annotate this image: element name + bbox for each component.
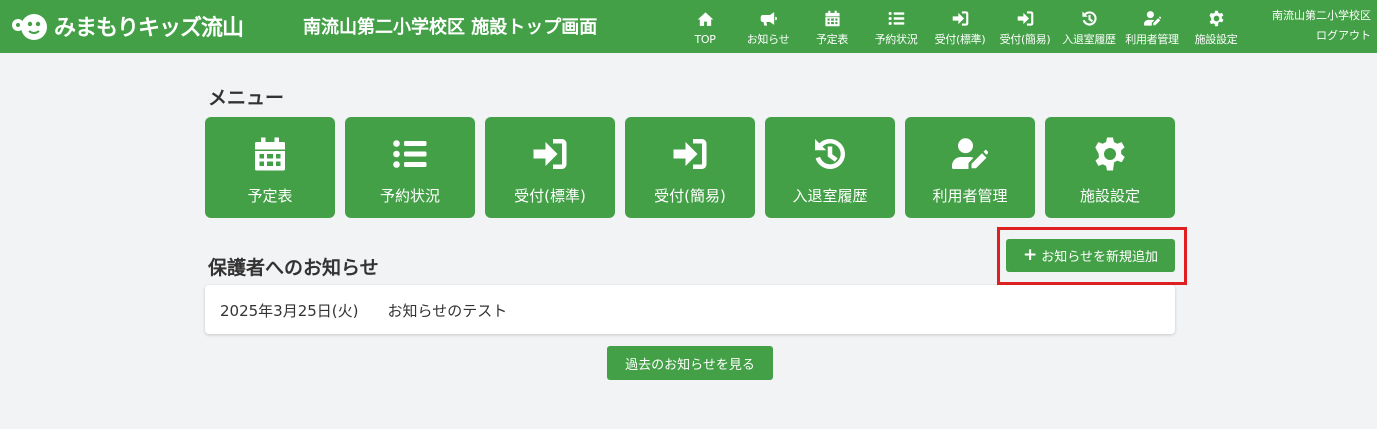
user-edit-icon — [1142, 8, 1162, 28]
megaphone-icon — [758, 8, 778, 28]
list-icon — [391, 135, 429, 173]
notice-title: お知らせのテスト — [387, 302, 508, 320]
nav-user-management[interactable]: 利用者管理 — [1120, 0, 1184, 53]
menu-card-facility-settings[interactable]: 施設設定 — [1045, 117, 1175, 218]
mascot-logo-icon — [12, 14, 47, 40]
menu-card-label: 予約状況 — [379, 187, 440, 205]
add-notice-button-label: お知らせを新規追加 — [1041, 250, 1158, 265]
nav-notices[interactable]: お知らせ — [741, 0, 795, 53]
sign-in-icon — [531, 135, 569, 173]
menu-card-entry-history[interactable]: 入退室履歴 — [765, 117, 895, 218]
nav-label: 入退室履歴 — [1062, 33, 1116, 46]
notice-list: 2025年3月25日(火) お知らせのテスト — [205, 285, 1175, 334]
nav-entry-history[interactable]: 入退室履歴 — [1057, 0, 1121, 53]
nav-reservation-status[interactable]: 予約状況 — [869, 0, 923, 53]
menu-card-label: 施設設定 — [1079, 187, 1140, 205]
history-icon — [811, 135, 849, 173]
app-logo[interactable]: みまもりキッズ流山 — [8, 9, 244, 43]
history-icon — [1079, 8, 1099, 28]
nav-top[interactable]: TOP — [687, 0, 723, 53]
menu-card-label: 受付(簡易) — [654, 187, 726, 205]
user-area: 南流山第二小学校区 ログアウト — [1272, 6, 1371, 46]
menu-title: メニュー — [208, 87, 285, 109]
nav-reception-simple[interactable]: 受付(簡易) — [993, 0, 1057, 53]
nav-label: 施設設定 — [1194, 33, 1238, 46]
menu-card-label: 利用者管理 — [932, 187, 1008, 205]
list-icon — [886, 8, 906, 28]
nav-label: 受付(標準) — [934, 33, 986, 46]
notices-title: 保護者へのお知らせ — [208, 257, 379, 279]
menu-card-user-management[interactable]: 利用者管理 — [905, 117, 1035, 218]
logout-link[interactable]: ログアウト — [1272, 26, 1371, 46]
user-name: 南流山第二小学校区 — [1272, 9, 1371, 22]
menu-card-schedule[interactable]: 予定表 — [205, 117, 335, 218]
sign-in-icon — [671, 135, 709, 173]
add-notice-button[interactable]: + お知らせを新規追加 — [1006, 239, 1175, 272]
menu-card-reception-standard[interactable]: 受付(標準) — [485, 117, 615, 218]
nav-label: お知らせ — [746, 33, 790, 46]
sign-in-icon — [950, 8, 970, 28]
menu-card-reception-simple[interactable]: 受付(簡易) — [625, 117, 755, 218]
calendar-icon — [251, 135, 289, 173]
nav-schedule[interactable]: 予定表 — [810, 0, 854, 53]
logo-text: みまもりキッズ流山 — [54, 16, 244, 41]
notice-date: 2025年3月25日(火) — [220, 302, 359, 320]
nav-facility-settings[interactable]: 施設設定 — [1188, 0, 1244, 53]
calendar-icon — [822, 8, 842, 28]
nav-label: 予約状況 — [874, 33, 918, 46]
nav-label: 利用者管理 — [1125, 33, 1179, 46]
plus-icon: + — [1023, 245, 1038, 265]
top-navigation-bar: みまもりキッズ流山 南流山第二小学校区 施設トップ画面 TOP お知らせ 予定表… — [0, 0, 1377, 53]
home-icon — [695, 10, 715, 30]
page-title: 南流山第二小学校区 施設トップ画面 — [303, 17, 598, 38]
notice-item[interactable]: 2025年3月25日(火) お知らせのテスト — [220, 300, 507, 321]
past-notices-button[interactable]: 過去のお知らせを見る — [607, 346, 773, 380]
nav-label: 予定表 — [815, 33, 849, 46]
gear-icon — [1091, 135, 1129, 173]
nav-label: TOP — [694, 32, 716, 46]
sign-in-icon — [1015, 8, 1035, 28]
menu-card-reservation-status[interactable]: 予約状況 — [345, 117, 475, 218]
menu-card-label: 予定表 — [247, 187, 293, 205]
menu-card-label: 入退室履歴 — [792, 187, 868, 205]
user-edit-icon — [951, 135, 989, 173]
menu-card-label: 受付(標準) — [514, 187, 586, 205]
gear-icon — [1206, 8, 1226, 28]
nav-reception-standard[interactable]: 受付(標準) — [928, 0, 992, 53]
nav-label: 受付(簡易) — [999, 33, 1051, 46]
